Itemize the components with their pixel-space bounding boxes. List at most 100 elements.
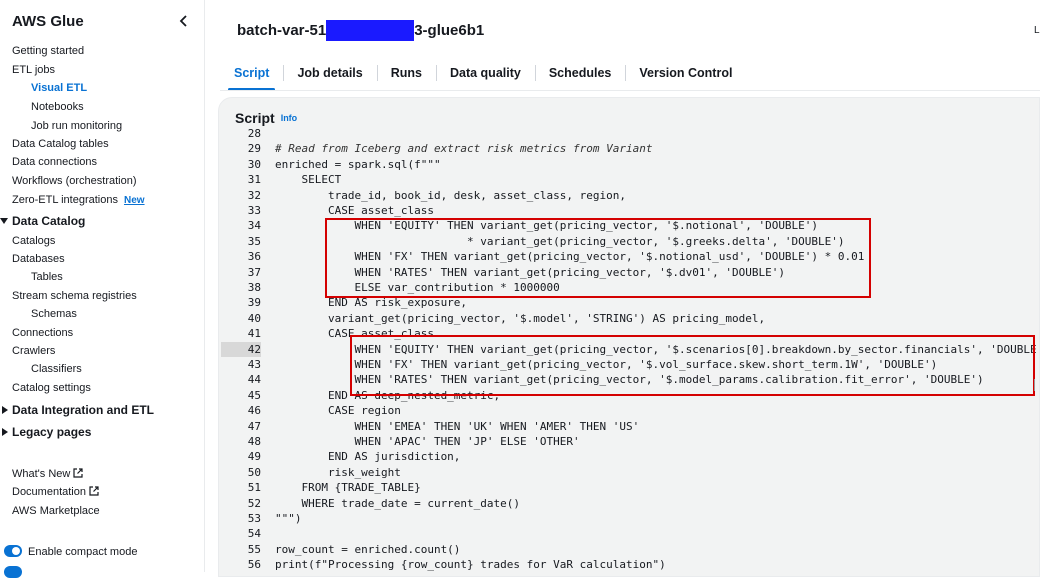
line-number: 47 — [247, 419, 261, 433]
new-badge: New — [123, 195, 145, 206]
code-line: CASE asset_class — [275, 327, 434, 341]
code-line: SELECT — [275, 173, 342, 187]
sidebar-item-connections[interactable]: Connections — [12, 326, 73, 340]
line-number: 56 — [247, 558, 261, 572]
line-number-gutter: 28 29 30 31 32 33 34 35 36 37 38 39 40 41 42 43 44 45 46 47… — [221, 127, 263, 576]
code-line: END AS jurisdiction, — [275, 450, 461, 464]
sidebar-item-job-run-monitoring[interactable]: Job run monitoring — [31, 119, 122, 133]
secondary-toggle[interactable] — [4, 566, 22, 578]
main-content: batch-var-51 3-glue6b1 L Script Job detai… — [206, 0, 1040, 577]
sidebar-section-data-integration[interactable]: Data Integration and ETL — [12, 403, 154, 418]
code-line: print(f"Processing {row_count} trades fo… — [275, 558, 666, 572]
sidebar-item-databases[interactable]: Databases — [12, 252, 65, 266]
compact-mode-label: Enable compact mode — [28, 546, 138, 558]
tab-script[interactable]: Script — [220, 58, 283, 91]
tab-version-control[interactable]: Version Control — [625, 58, 746, 88]
code-line: risk_weight — [275, 465, 401, 479]
line-number: 40 — [247, 311, 261, 325]
caret-down-icon[interactable] — [0, 218, 8, 224]
line-number: 34 — [247, 219, 261, 233]
line-number: 29 — [247, 142, 261, 156]
sidebar-section-data-catalog[interactable]: Data Catalog — [12, 214, 85, 229]
line-number: 55 — [247, 542, 261, 556]
sidebar-link-documentation[interactable]: Documentation — [12, 485, 99, 499]
job-title-prefix: batch-var-51 — [237, 22, 327, 39]
tab-schedules[interactable]: Schedules — [534, 58, 626, 88]
sidebar-title: AWS Glue — [12, 13, 84, 30]
sidebar-item-crawlers[interactable]: Crawlers — [12, 344, 55, 358]
code-line: END AS deep_nested_metric, — [275, 388, 501, 402]
line-number: 48 — [247, 435, 261, 448]
sidebar-item-getting-started[interactable]: Getting started — [12, 44, 84, 58]
line-number: 39 — [247, 296, 261, 310]
tab-data-quality[interactable]: Data quality — [435, 58, 535, 88]
sidebar-item-etl-jobs[interactable]: ETL jobs — [12, 63, 55, 77]
sidebar-item-catalogs[interactable]: Catalogs — [12, 234, 55, 248]
line-number: 43 — [247, 358, 261, 371]
sidebar: AWS Glue Getting started ETL jobs Visual… — [0, 0, 205, 578]
sidebar-link-aws-marketplace[interactable]: AWS Marketplace — [12, 504, 100, 518]
code-line: * variant_get(pricing_vector, '$.greeks.… — [275, 234, 845, 248]
line-number: 36 — [247, 250, 261, 264]
sidebar-item-stream-schema-registries[interactable]: Stream schema registries — [12, 289, 137, 303]
code-line: trade_id, book_id, desk, asset_class, re… — [275, 188, 626, 202]
line-number: 52 — [247, 496, 261, 510]
sidebar-item-classifiers[interactable]: Classifiers — [31, 362, 82, 376]
code-line: variant_get(pricing_vector, '$.model', '… — [275, 311, 766, 325]
tab-bar: Script Job details Runs Data quality Sch… — [220, 58, 746, 91]
code-line: WHEN 'FX' THEN variant_get(pricing_vecto… — [275, 250, 865, 264]
sidebar-item-workflows[interactable]: Workflows (orchestration) — [12, 174, 137, 188]
sidebar-section-legacy-pages[interactable]: Legacy pages — [12, 425, 91, 440]
caret-right-icon[interactable] — [2, 406, 8, 414]
chevron-left-icon[interactable] — [177, 13, 191, 29]
line-number: 53 — [247, 512, 261, 525]
code-line: FROM {TRADE_TABLE} — [275, 481, 421, 495]
code-line: WHEN 'EQUITY' THEN variant_get(pricing_v… — [275, 342, 1040, 356]
tab-runs[interactable]: Runs — [376, 58, 436, 88]
caret-right-icon[interactable] — [2, 428, 8, 436]
line-number: 30 — [247, 157, 261, 171]
script-heading: Script Info — [235, 110, 297, 126]
sidebar-item-label: What's New — [12, 468, 71, 480]
header-corner-text: L — [1034, 25, 1040, 36]
external-link-icon — [73, 468, 83, 478]
line-number: 44 — [247, 373, 261, 387]
line-number: 31 — [247, 173, 261, 187]
editor-edge-mark — [1034, 379, 1039, 391]
line-number: 33 — [247, 204, 261, 217]
line-number: 42 — [221, 341, 261, 357]
tab-divider — [220, 90, 1040, 91]
tab-job-details[interactable]: Job details — [283, 58, 376, 88]
line-number: 46 — [247, 404, 261, 418]
script-heading-label: Script — [235, 110, 275, 126]
sidebar-item-notebooks[interactable]: Notebooks — [31, 100, 84, 114]
line-number: 28 — [247, 127, 261, 140]
sidebar-item-tables[interactable]: Tables — [31, 270, 63, 284]
line-number: 32 — [247, 188, 261, 202]
sidebar-item-catalog-settings[interactable]: Catalog settings — [12, 381, 91, 395]
sidebar-item-zero-etl[interactable]: Zero-ETL integrations New — [12, 193, 145, 208]
info-link[interactable]: Info — [281, 113, 298, 123]
compact-mode-toggle[interactable] — [4, 545, 22, 557]
sidebar-item-data-connections[interactable]: Data connections — [12, 155, 97, 169]
line-number: 50 — [247, 465, 261, 479]
sidebar-item-schemas[interactable]: Schemas — [31, 307, 77, 321]
line-number: 54 — [247, 527, 261, 541]
line-number: 41 — [247, 327, 261, 341]
code-line: WHEN 'APAC' THEN 'JP' ELSE 'OTHER' — [275, 435, 580, 448]
code-line: # Read from Iceberg and extract risk met… — [275, 142, 653, 156]
code-line: WHEN 'EQUITY' THEN variant_get(pricing_v… — [275, 219, 819, 233]
sidebar-link-whats-new[interactable]: What's New — [12, 467, 83, 481]
script-panel: Script Info 28 29 30 31 32 33 34 35 36 37 38 39 40 41 4… — [218, 97, 1040, 577]
code-line: WHERE trade_date = current_date() — [275, 496, 521, 510]
code-line: row_count = enriched.count() — [275, 542, 461, 556]
sidebar-item-data-catalog-tables[interactable]: Data Catalog tables — [12, 137, 109, 151]
sidebar-item-label: Zero-ETL integrations — [12, 194, 118, 206]
line-number: 49 — [247, 450, 261, 464]
code-editor[interactable]: # Read from Iceberg and extract risk met… — [275, 128, 1040, 576]
line-number: 45 — [247, 388, 261, 402]
code-line: enriched = spark.sql(f""" — [275, 157, 441, 171]
code-line: END AS risk_exposure, — [275, 296, 468, 310]
sidebar-item-visual-etl[interactable]: Visual ETL — [31, 81, 87, 95]
redaction-block — [326, 20, 414, 41]
